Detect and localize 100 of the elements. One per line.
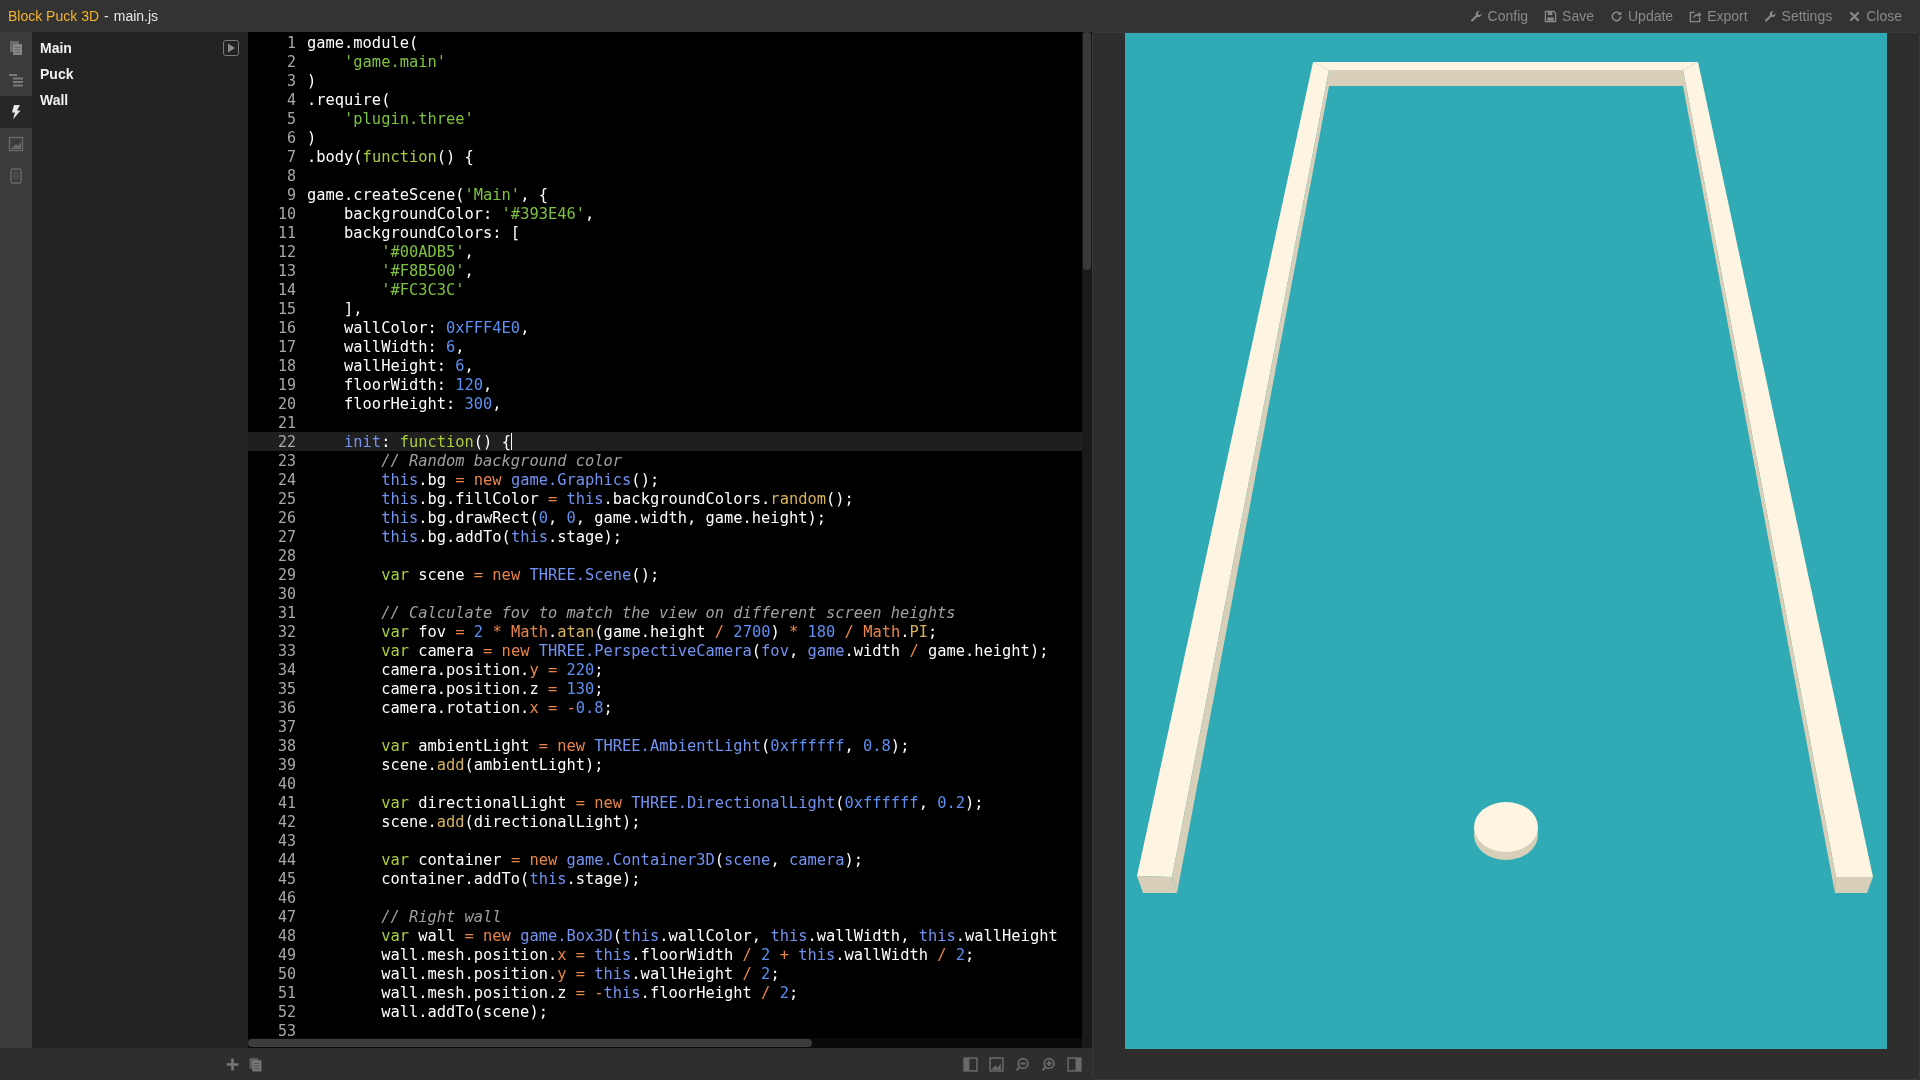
line-number: 32 [276,622,297,641]
vertical-scrollbar[interactable] [1083,32,1091,270]
text-cursor [510,433,512,450]
code-line: var ambientLight = new THREE.AmbientLight(0xffffff, 0.8); [380,736,910,755]
export-icon [1689,9,1703,23]
code-editor[interactable] [248,32,1092,1048]
code-line: 'plugin.three' [343,109,474,128]
line-number: 22 [276,432,297,451]
tablet-icon [8,168,24,184]
file-name: main.js [113,8,159,24]
left-panel-icon[interactable] [963,1056,978,1072]
line-number: 52 [276,1002,297,1021]
line-number: 3 [285,71,297,90]
line-number: 29 [276,565,297,584]
toolbar-button[interactable]: Config [1461,6,1537,26]
code-line: floorWidth: 120, [343,375,493,394]
code-line: wallHeight: 6, [343,356,474,375]
code-line: wall.mesh.position.z = -this.floorHeight / 2; [380,983,799,1002]
line-number: 34 [276,660,297,679]
line-number: 9 [285,185,297,204]
toolbar-button[interactable]: Settings [1755,6,1841,26]
rail-tab[interactable] [0,96,32,128]
list-icon [8,72,24,88]
line-number: 41 [276,793,297,812]
code-line: init: function() { [343,432,511,451]
scene-item[interactable]: Puck [40,66,74,82]
toolbar-button[interactable]: Export [1681,6,1756,26]
line-number: 48 [276,926,297,945]
code-line: // Calculate fov to match the view on different screen heights [380,603,956,622]
line-number: 19 [276,375,297,394]
code-line: wall.mesh.position.y = this.wallHeight / 2; [380,964,780,983]
wrench-icon [1469,9,1483,23]
line-number: 16 [276,318,297,337]
code-line: '#00ADB5', [380,242,474,261]
add-icon[interactable] [225,1056,240,1072]
line-number: 30 [276,584,297,603]
code-line: ) [307,71,317,90]
code-line: this.bg.fillColor = this.backgroundColors.random(); [380,489,854,508]
image-icon [8,136,24,152]
line-number: 50 [276,964,297,983]
play-icon[interactable] [223,40,239,56]
code-line: wallWidth: 6, [343,337,465,356]
line-number: 8 [285,166,297,185]
zoom-out-icon[interactable] [1015,1056,1030,1072]
documents-icon[interactable] [248,1056,263,1072]
title-separator: - [104,8,109,24]
code-line: var camera = new THREE.PerspectiveCamera(fov, game.width / game.height); [380,641,1049,660]
line-number: 40 [276,774,297,793]
code-line: ], [343,299,363,318]
code-line: this.bg.addTo(this.stage); [380,527,623,546]
wrench-icon [1763,9,1777,23]
code-line: wall.addTo(scene); [380,1002,548,1021]
line-number: 51 [276,983,297,1002]
code-line: container.addTo(this.stage); [380,869,641,888]
line-number: 53 [276,1021,297,1038]
line-number: 38 [276,736,297,755]
code-line: var container = new game.Container3D(scene, camera); [380,850,864,869]
code-line: 'game.main' [343,52,446,71]
code-line: camera.position.y = 220; [380,660,604,679]
line-number: 35 [276,679,297,698]
toolbar-button[interactable]: Update [1602,6,1682,26]
code-line: var wall = new game.Box3D(this.wallColor, this.wallWidth, this.wallHeight [380,926,1058,945]
toolbar-button[interactable]: Close [1840,6,1910,26]
documents-icon [8,40,24,56]
code-line: '#F8B500', [380,261,474,280]
code-line: camera.rotation.x = -0.8; [380,698,613,717]
code-line: backgroundColors: [ [343,223,521,242]
code-line: wall.mesh.position.x = this.floorWidth / 2 + this.wallWidth / 2; [380,945,975,964]
code-line: scene.add(directionalLight); [380,812,641,831]
line-number: 36 [276,698,297,717]
line-number: 10 [276,204,297,223]
toolbar-button[interactable]: Save [1536,6,1602,26]
line-number: 21 [276,413,297,432]
code-line: ) [307,128,317,147]
line-number: 33 [276,641,297,660]
line-number: 37 [276,717,297,736]
code-line: game.createScene('Main', { [307,185,548,204]
code-line: backgroundColor: '#393E46', [343,204,595,223]
scene-item[interactable]: Wall [40,92,69,108]
right-panel-icon[interactable] [1067,1056,1082,1072]
scene-item[interactable]: Main [40,40,72,56]
line-number: 49 [276,945,297,964]
code-line: floorHeight: 300, [343,394,502,413]
line-number: 45 [276,869,297,888]
image-icon[interactable] [989,1056,1004,1072]
code-line: var directionalLight = new THREE.DirectionalLight(0xffffff, 0.2); [380,793,984,812]
line-number: 23 [276,451,297,470]
line-number: 24 [276,470,297,489]
line-number: 4 [285,90,297,109]
refresh-icon [1610,9,1623,23]
close-icon [1848,9,1862,23]
horizontal-scrollbar[interactable] [248,1039,812,1047]
zoom-in-icon[interactable] [1041,1056,1056,1072]
line-number: 15 [276,299,297,318]
line-number: 44 [276,850,297,869]
code-line: // Random background color [380,451,623,470]
code-line: this.bg = new game.Graphics(); [380,470,660,489]
line-number: 17 [276,337,297,356]
line-number: 43 [276,831,297,850]
code-line: camera.position.z = 130; [380,679,604,698]
